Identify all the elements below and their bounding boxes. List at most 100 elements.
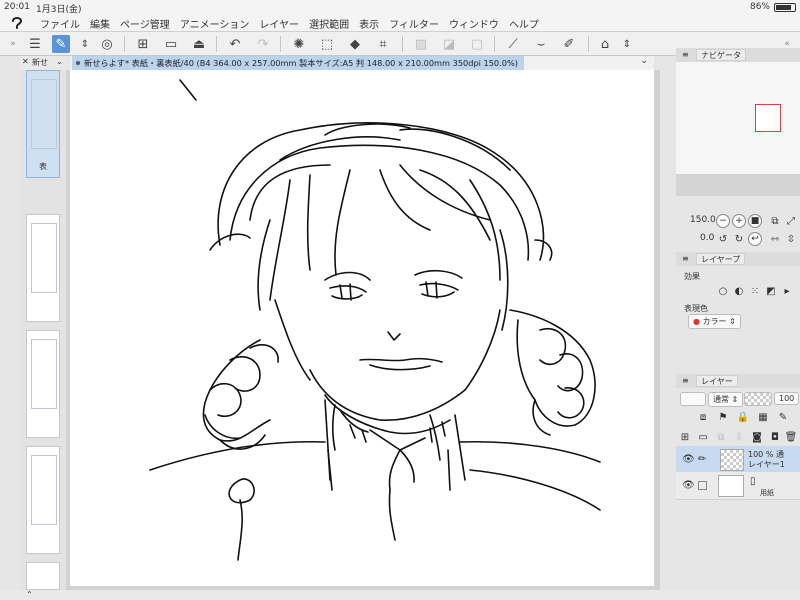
page-thumbnail[interactable] xyxy=(26,214,60,322)
trash-icon[interactable]: 🗑 xyxy=(784,430,798,444)
bottom-strip: ⌃ xyxy=(0,590,800,600)
layer-color-swatch[interactable] xyxy=(680,392,706,406)
transform-icon[interactable]: ⬚ xyxy=(318,35,336,53)
expression-color-select[interactable]: ● カラー ⇕ xyxy=(688,314,741,329)
status-time: 20:01 xyxy=(4,2,30,12)
save-icon[interactable]: ⏏ xyxy=(190,35,208,53)
gallery-icon[interactable]: ⌂ xyxy=(596,35,614,53)
menu-view[interactable]: 表示 xyxy=(359,16,379,31)
eraser-pen-icon[interactable]: ✐ xyxy=(560,35,578,53)
menu-layer[interactable]: レイヤー xyxy=(259,16,299,31)
menu-edit[interactable]: 編集 xyxy=(90,16,110,31)
layer-thumbnail xyxy=(720,449,744,471)
clip-icon[interactable]: ⧈ xyxy=(696,410,710,424)
menu-help[interactable]: ヘルプ xyxy=(509,16,539,31)
menu-window[interactable]: ウィンドウ xyxy=(449,16,499,31)
menu-file[interactable]: ファイル xyxy=(40,16,80,31)
halftone-effect-icon[interactable]: ⁙ xyxy=(748,284,762,298)
brush-icon[interactable]: ⌣ xyxy=(532,35,550,53)
duplicate-icon[interactable]: ⧉ xyxy=(714,430,728,444)
flip-vertical-icon[interactable]: ⇳ xyxy=(784,232,798,246)
updown-chevron-icon[interactable]: ⇕ xyxy=(618,35,636,53)
page-manager-tab[interactable]: ✕ 新せ ⌄ xyxy=(20,56,66,70)
toolbar-separator xyxy=(216,36,217,52)
layer-row-paper[interactable]: 👁 ▯ 用紙 xyxy=(676,472,800,500)
chevron-down-icon[interactable]: ⌄ xyxy=(56,57,63,66)
hamburger-menu-icon[interactable]: ☰ xyxy=(26,35,44,53)
open-folder-icon[interactable]: ▭ xyxy=(162,35,180,53)
page-thumbnail[interactable] xyxy=(26,562,60,590)
app-logo-icon[interactable] xyxy=(10,16,24,30)
close-icon[interactable]: ✕ xyxy=(22,57,29,66)
updown-chevron-icon[interactable]: ⇕ xyxy=(76,35,94,53)
layer-checkbox[interactable] xyxy=(698,481,707,490)
expression-color-label: 表現色 xyxy=(684,304,708,313)
new-layer-icon[interactable]: ⊞ xyxy=(678,430,692,444)
menu-page[interactable]: ページ管理 xyxy=(120,16,170,31)
navigator-preview[interactable] xyxy=(676,62,800,196)
layer-property-tab[interactable]: レイヤープ xyxy=(696,253,746,265)
tone-effect-icon[interactable]: ◐ xyxy=(732,284,746,298)
page-thumbnail[interactable] xyxy=(26,446,60,554)
expand-up-icon[interactable]: ⌃ xyxy=(26,590,33,599)
mask-icon[interactable]: ◙ xyxy=(750,430,764,444)
draft-icon[interactable]: ✎ xyxy=(776,410,790,424)
pen-icon[interactable]: ✏ xyxy=(698,454,706,465)
merge-down-icon[interactable]: ⇩ xyxy=(732,430,746,444)
redo-icon[interactable]: ↷ xyxy=(254,35,272,53)
ruler-pen-icon[interactable]: ⟋ xyxy=(504,35,522,53)
eye-icon[interactable]: 👁 xyxy=(682,480,695,491)
canvas-area[interactable] xyxy=(66,70,660,590)
flip-horizontal-icon[interactable]: ⇿ xyxy=(768,232,782,246)
layer-row-1[interactable]: 👁 ✏ 100 % 通 レイヤー1 xyxy=(676,446,800,474)
disabled-tool-icon[interactable]: ◪ xyxy=(440,35,458,53)
lock-transparent-icon[interactable]: ▦ xyxy=(756,410,770,424)
grip-icon[interactable]: ≡ xyxy=(682,376,689,385)
spiral-icon[interactable]: ◎ xyxy=(98,35,116,53)
collapse-left-icon[interactable]: » xyxy=(4,35,22,53)
eye-icon[interactable]: 👁 xyxy=(682,454,695,465)
menu-filter[interactable]: フィルター xyxy=(389,16,439,31)
undo-icon[interactable]: ↶ xyxy=(226,35,244,53)
rotate-right-icon[interactable]: ↻ xyxy=(732,232,746,246)
grip-icon[interactable]: ≡ xyxy=(682,50,689,59)
blend-mode-select[interactable]: 通常 ⇕ xyxy=(708,392,744,407)
zoom-out-icon[interactable]: − xyxy=(716,214,730,228)
toolbar-separator xyxy=(280,36,281,52)
pen-tool-icon[interactable]: ✎ xyxy=(52,35,70,53)
navigator-margin xyxy=(676,174,800,196)
disabled-tool-icon[interactable]: ▢ xyxy=(468,35,486,53)
mask-apply-icon[interactable]: ◘ xyxy=(768,430,782,444)
fill-bucket-icon[interactable]: ◆ xyxy=(346,35,364,53)
opacity-slider[interactable] xyxy=(744,392,772,406)
zoom-in-icon[interactable]: + xyxy=(732,214,746,228)
layer-color-effect-icon[interactable]: ◩ xyxy=(764,284,778,298)
page-thumbnail-selected[interactable]: 表 xyxy=(26,70,60,178)
lock-icon[interactable]: 🔒 xyxy=(736,410,750,424)
fit-view-icon[interactable]: ■ xyxy=(748,214,762,228)
fit-window-icon[interactable]: ⧉ xyxy=(768,214,782,228)
loading-spinner-icon[interactable]: ✺ xyxy=(290,35,308,53)
reset-rotation-icon[interactable]: ↩ xyxy=(748,232,762,246)
navigator-tab[interactable]: ナビゲータ xyxy=(696,49,746,61)
fullscreen-icon[interactable]: ⤢ xyxy=(784,214,798,228)
drawing-paper[interactable] xyxy=(70,70,654,586)
more-effects-icon[interactable]: ▸ xyxy=(780,284,794,298)
reference-icon[interactable]: ⚑ xyxy=(716,410,730,424)
layer-tab[interactable]: レイヤー xyxy=(696,375,738,387)
chevron-down-icon[interactable]: ⌄ xyxy=(640,56,648,66)
page-thumbnail[interactable] xyxy=(26,330,60,438)
new-folder-icon[interactable]: ▭ xyxy=(696,430,710,444)
opacity-input[interactable]: 100 xyxy=(774,392,800,405)
sketch-drawing xyxy=(149,79,601,561)
navigator-view-frame[interactable] xyxy=(755,104,781,132)
document-tab[interactable]: 新せらよす* 表紙・裏表紙/40 (B4 364.00 x 257.00mm 製… xyxy=(72,56,524,70)
menu-animation[interactable]: アニメーション xyxy=(180,16,250,31)
menu-selection[interactable]: 選択範囲 xyxy=(309,16,349,31)
new-file-icon[interactable]: ⊞ xyxy=(134,35,152,53)
crop-icon[interactable]: ⌗ xyxy=(374,35,392,53)
grip-icon[interactable]: ≡ xyxy=(682,254,689,263)
rotate-left-icon[interactable]: ↺ xyxy=(716,232,730,246)
border-effect-icon[interactable]: ○ xyxy=(716,284,730,298)
disabled-tool-icon[interactable]: ▨ xyxy=(412,35,430,53)
